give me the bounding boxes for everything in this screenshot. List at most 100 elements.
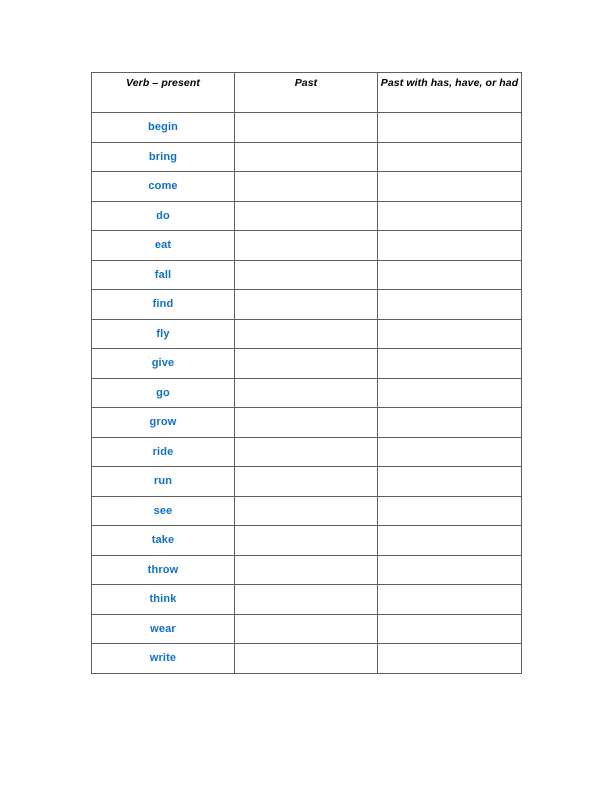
verb-present-cell: fall	[91, 259, 235, 290]
header-row: Verb – present Past Past with has, have,…	[91, 72, 522, 113]
column-header-past-label: Past	[294, 77, 318, 89]
past-participle-answer-cell[interactable]	[377, 407, 522, 438]
table-row: do	[91, 200, 522, 231]
table-header: Verb – present Past Past with has, have,…	[91, 72, 522, 113]
column-header-verb-present: Verb – present	[91, 72, 235, 113]
table-row: ride	[91, 436, 522, 467]
table-row: go	[91, 377, 522, 408]
table-row: write	[91, 643, 522, 674]
verb-present-cell: run	[91, 466, 235, 497]
past-answer-cell[interactable]	[234, 554, 378, 585]
past-participle-answer-cell[interactable]	[377, 259, 522, 290]
table-row: find	[91, 289, 522, 320]
past-participle-answer-cell[interactable]	[377, 436, 522, 467]
table-row: throw	[91, 554, 522, 585]
past-participle-answer-cell[interactable]	[377, 348, 522, 379]
verb-present-cell: grow	[91, 407, 235, 438]
verb-present-cell: fly	[91, 318, 235, 349]
verb-label: throw	[147, 563, 179, 576]
past-participle-answer-cell[interactable]	[377, 171, 522, 202]
past-answer-cell[interactable]	[234, 112, 378, 143]
past-answer-cell[interactable]	[234, 495, 378, 526]
past-participle-answer-cell[interactable]	[377, 141, 522, 172]
past-answer-cell[interactable]	[234, 200, 378, 231]
past-answer-cell[interactable]	[234, 407, 378, 438]
table-row: see	[91, 495, 522, 526]
verb-label: go	[156, 386, 170, 399]
verb-present-cell: think	[91, 584, 235, 615]
past-answer-cell[interactable]	[234, 230, 378, 261]
past-participle-answer-cell[interactable]	[377, 584, 522, 615]
table-row: take	[91, 525, 522, 556]
past-answer-cell[interactable]	[234, 171, 378, 202]
verb-present-cell: eat	[91, 230, 235, 261]
past-answer-cell[interactable]	[234, 259, 378, 290]
verb-label: write	[149, 652, 177, 665]
verb-present-cell: come	[91, 171, 235, 202]
past-answer-cell[interactable]	[234, 466, 378, 497]
column-header-past-participle: Past with has, have, or had	[377, 72, 522, 113]
verb-label: see	[153, 504, 173, 517]
column-header-verb-present-label: Verb – present	[126, 77, 200, 89]
past-answer-cell[interactable]	[234, 289, 378, 320]
table-row: come	[91, 171, 522, 202]
worksheet-page: Verb – present Past Past with has, have,…	[0, 0, 612, 792]
past-answer-cell[interactable]	[234, 436, 378, 467]
table-row: grow	[91, 407, 522, 438]
past-answer-cell[interactable]	[234, 318, 378, 349]
past-participle-answer-cell[interactable]	[377, 554, 522, 585]
table-row: fly	[91, 318, 522, 349]
past-answer-cell[interactable]	[234, 643, 378, 674]
verb-label: think	[149, 593, 177, 606]
verb-present-cell: wear	[91, 613, 235, 644]
past-participle-answer-cell[interactable]	[377, 613, 522, 644]
irregular-verbs-table: Verb – present Past Past with has, have,…	[91, 72, 522, 674]
past-answer-cell[interactable]	[234, 613, 378, 644]
past-participle-answer-cell[interactable]	[377, 112, 522, 143]
past-participle-answer-cell[interactable]	[377, 495, 522, 526]
past-answer-cell[interactable]	[234, 525, 378, 556]
past-participle-answer-cell[interactable]	[377, 643, 522, 674]
past-answer-cell[interactable]	[234, 141, 378, 172]
table-row: think	[91, 584, 522, 615]
verb-present-cell: do	[91, 200, 235, 231]
verb-label: eat	[154, 239, 172, 252]
past-participle-answer-cell[interactable]	[377, 525, 522, 556]
verb-present-cell: throw	[91, 554, 235, 585]
verb-label: fall	[154, 268, 172, 281]
verb-present-cell: ride	[91, 436, 235, 467]
past-participle-answer-cell[interactable]	[377, 289, 522, 320]
table-row: bring	[91, 141, 522, 172]
verb-label: do	[156, 209, 170, 222]
table-row: wear	[91, 613, 522, 644]
verb-label: wear	[150, 622, 176, 635]
verb-label: grow	[149, 416, 177, 429]
table-body: begin bring come do eat fall find fly give go grow…	[91, 112, 522, 674]
past-answer-cell[interactable]	[234, 377, 378, 408]
past-participle-answer-cell[interactable]	[377, 200, 522, 231]
past-participle-answer-cell[interactable]	[377, 318, 522, 349]
verb-label: bring	[148, 150, 178, 163]
table-row: give	[91, 348, 522, 379]
table-row: run	[91, 466, 522, 497]
table-row: eat	[91, 230, 522, 261]
verb-label: begin	[147, 121, 179, 134]
verb-present-cell: write	[91, 643, 235, 674]
verb-present-cell: take	[91, 525, 235, 556]
verb-present-cell: go	[91, 377, 235, 408]
table-row: fall	[91, 259, 522, 290]
verb-present-cell: give	[91, 348, 235, 379]
verb-label: run	[153, 475, 173, 488]
verb-label: find	[152, 298, 174, 311]
past-answer-cell[interactable]	[234, 584, 378, 615]
past-participle-answer-cell[interactable]	[377, 466, 522, 497]
past-answer-cell[interactable]	[234, 348, 378, 379]
past-participle-answer-cell[interactable]	[377, 230, 522, 261]
verb-present-cell: see	[91, 495, 235, 526]
past-participle-answer-cell[interactable]	[377, 377, 522, 408]
verb-label: give	[151, 357, 175, 370]
table-row: begin	[91, 112, 522, 143]
verb-present-cell: bring	[91, 141, 235, 172]
verb-present-cell: find	[91, 289, 235, 320]
verb-label: ride	[152, 445, 174, 458]
